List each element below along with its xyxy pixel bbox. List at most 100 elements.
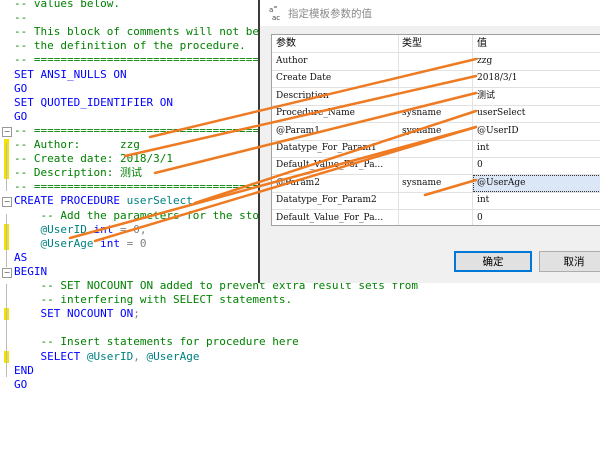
code-line[interactable]: CREATE PROCEDURE userSelect [14,194,193,208]
parameter-value-cell[interactable]: @UserAge [473,174,600,192]
code-line[interactable]: GO [14,110,27,124]
parameter-value-cell[interactable]: @UserID [477,123,599,140]
dialog-titlebar[interactable]: a ac 指定模板参数的值 [260,0,600,26]
parameter-name-cell: Description [276,90,329,101]
ok-button[interactable]: 确定 [454,251,532,272]
parameter-type-cell [402,157,472,174]
parameter-value-cell[interactable]: 2018/3/1 [477,70,599,87]
code-line[interactable]: -- Insert statements for procedure here [14,335,299,349]
code-line[interactable]: -- =====================================… [14,124,292,138]
code-token: userSelect [126,194,193,208]
code-line[interactable]: GO [14,82,27,96]
code-line[interactable]: BEGIN [14,265,47,279]
code-token: int [93,222,114,236]
parameter-row[interactable]: Create Date 2018/3/1 [272,70,600,89]
parameter-name-cell: Procedure_Name [276,108,355,119]
column-divider [398,35,399,225]
column-header-parameter[interactable]: 参数 [276,35,396,52]
dialog-title: 指定模板参数的值 [288,8,372,20]
collapse-icon[interactable]: − [2,197,12,208]
code-line[interactable]: -- Author: zzg [14,138,140,152]
code-line[interactable]: -- This block of comments will not be [14,25,259,39]
parameter-name-cell: @Param1 [276,125,320,136]
code-line[interactable]: SELECT @UserID, @UserAge [14,350,199,364]
parameter-type-cell: sysname [402,108,442,119]
parameter-name-cell: @Param2 [276,177,320,188]
code-line[interactable]: -- [14,11,27,25]
code-line[interactable]: -- Description: 测试 [14,166,142,180]
code-token: -- =====================================… [14,53,293,67]
code-token: -- Author: zzg [14,138,140,151]
code-token: -- Insert statements for procedure here [14,335,299,349]
code-line[interactable]: SET ANSI_NULLS ON [14,68,127,82]
code-line[interactable]: SET NOCOUNT ON; [14,307,140,321]
parameter-row[interactable]: @Param1 sysname @UserID [272,123,600,141]
code-line[interactable]: -- Create date: 2018/3/1 [14,152,173,166]
code-token: @UserID [14,222,94,236]
parameter-type-cell [402,70,472,87]
parameter-row[interactable]: Datatype_For_Param1 int [272,140,600,158]
code-token: -- =====================================… [14,180,293,194]
column-header-type[interactable]: 类型 [402,35,472,52]
parameter-name-cell: Create Date [276,73,332,84]
parameter-value-cell[interactable]: userSelect [477,105,599,122]
code-token: -- Add the parameters for the sto [14,208,260,222]
code-token: = 0, [113,222,147,236]
code-line[interactable]: END [14,364,34,378]
code-token: SELECT [14,349,87,363]
code-token: SET QUOTED_IDENTIFIER ON [14,95,173,109]
collapse-icon[interactable]: − [2,126,12,137]
parameter-row[interactable]: Procedure_Name sysname userSelect [272,105,600,124]
svg-text:ac: ac [272,14,280,21]
parameter-row[interactable]: Datatype_For_Param2 int [272,192,600,211]
code-token: = 0 [119,236,147,250]
code-line[interactable]: -- interfering with SELECT statements. [14,293,292,307]
code-token: BEGIN [14,264,48,278]
parameter-value-cell[interactable]: zzg [477,53,599,70]
parameter-row[interactable]: Author zzg [272,53,600,71]
parameter-type-cell: sysname [402,125,442,136]
collapse-icon[interactable]: − [2,267,12,278]
parameter-type-cell [402,210,472,225]
code-line[interactable]: -- the definition of the procedure. [14,39,246,53]
code-line[interactable]: AS [14,251,27,265]
code-line[interactable]: GO [14,378,27,392]
parameter-row[interactable]: Default_Value_For_Pa... 0 [272,157,600,176]
code-line[interactable]: -- values below. [14,0,120,11]
parameter-name-cell: Author [276,56,308,66]
cancel-button[interactable]: 取消 [539,251,600,272]
parameter-value-cell[interactable]: 0 [477,210,599,225]
parameter-name-cell: Default_Value_For_Pa... [276,212,384,223]
code-token: GO [14,81,28,95]
code-line[interactable]: @UserAge int = 0 [14,237,146,251]
code-token: CREATE PROCEDURE [14,194,127,208]
code-line[interactable]: SET QUOTED_IDENTIFIER ON [14,96,173,110]
parameter-row[interactable]: Description 测试 [272,88,600,106]
parameter-type-cell [402,140,472,157]
parameter-value-cell[interactable]: int [477,192,599,209]
code-token: AS [14,250,28,264]
code-token: SET ANSI_NULLS ON [14,67,127,81]
code-token: END [14,363,34,377]
parameter-value-cell[interactable]: 测试 [477,88,599,105]
code-token: @UserAge [146,349,200,363]
code-token: , [133,349,147,363]
column-header-value[interactable]: 值 [477,35,599,52]
code-line[interactable]: -- =====================================… [14,53,292,67]
code-token: ; [133,307,140,321]
code-line[interactable]: -- =====================================… [14,180,292,194]
code-token: -- This block of comments will not be [14,25,260,39]
parameters-grid[interactable]: 参数 类型 值 Author zzg Create Date 2018/3/1 Desc… [271,34,600,226]
parameter-name-cell: Datatype_For_Param1 [276,143,377,153]
parameter-row[interactable]: Default_Value_For_Pa... 0 [272,210,600,225]
code-token: -- [14,11,28,25]
code-line[interactable]: -- Add the parameters for the sto [14,209,259,223]
parameter-row[interactable]: @Param2 sysname @UserAge [272,174,600,193]
parameter-value-cell[interactable]: int [477,140,599,157]
code-token: @UserID [86,349,134,363]
code-line[interactable]: @UserID int = 0, [14,223,146,237]
code-token: int [100,236,120,250]
parameter-value-cell[interactable]: 0 [477,157,599,174]
fold-guide [6,143,7,192]
parameter-type-cell: sysname [402,177,442,188]
